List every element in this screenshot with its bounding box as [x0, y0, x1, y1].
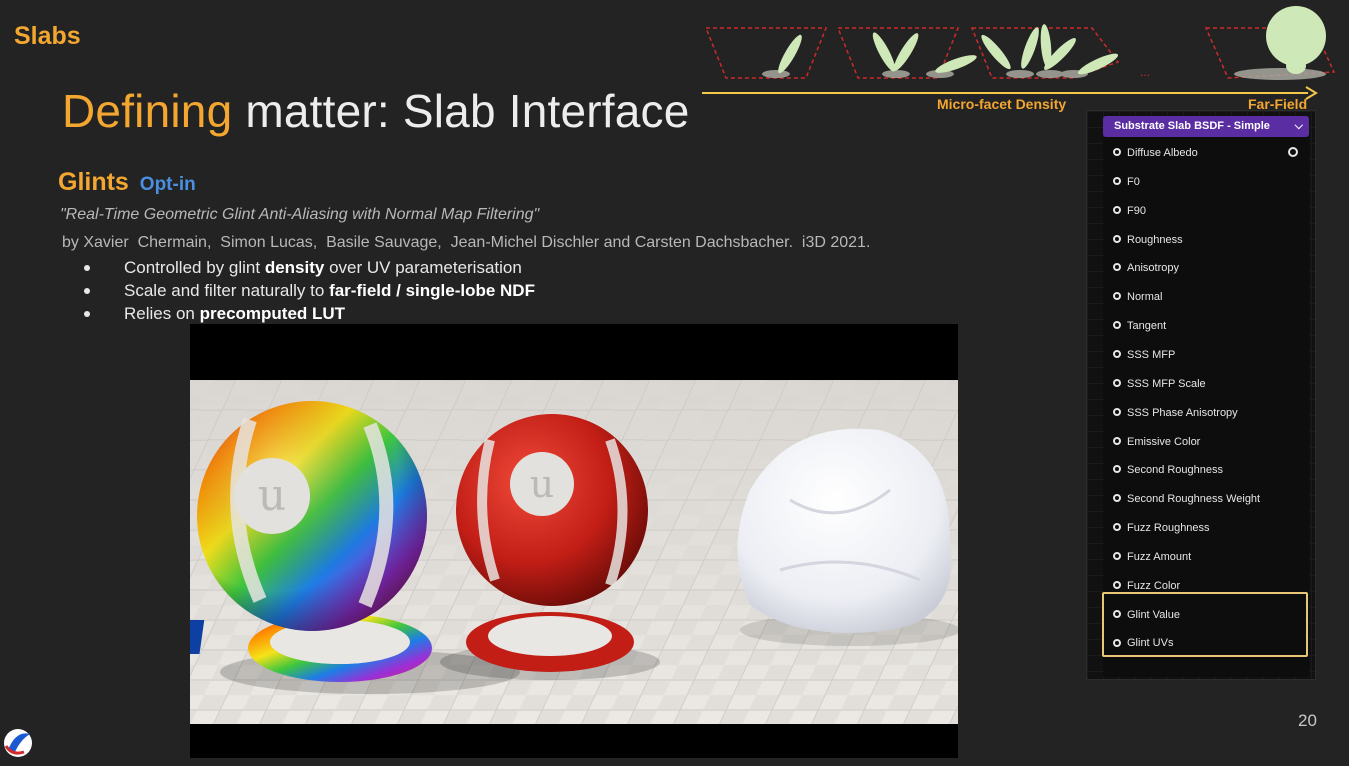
node-input-label: Fuzz Roughness [1127, 522, 1210, 535]
input-pin-icon[interactable] [1113, 321, 1121, 330]
input-pin-icon[interactable] [1113, 205, 1121, 214]
input-pin-icon[interactable] [1113, 551, 1121, 560]
node-input-label: F0 [1127, 175, 1140, 188]
micro-facet-density-label: Micro-facet Density [937, 96, 1067, 112]
bullet-item: Relies on precomputed LUT [80, 302, 535, 325]
input-pin-icon[interactable] [1113, 407, 1121, 416]
render-frame: u u [190, 324, 958, 758]
bullet-bold: precomputed LUT [199, 304, 346, 323]
bullet-text: Controlled by glint [124, 258, 265, 277]
node-input-label: Roughness [1127, 233, 1183, 246]
node-input-pin-row[interactable]: Diffuse Albedo [1113, 143, 1198, 163]
node-input-pin-row[interactable]: F90 [1113, 201, 1146, 221]
node-input-label: Tangent [1127, 320, 1167, 333]
glints-label: Glints [58, 168, 129, 196]
node-title: Substrate Slab BSDF - Simple [1114, 120, 1270, 132]
node-header[interactable]: Substrate Slab BSDF - Simple ⌵ [1103, 116, 1309, 137]
input-pin-icon[interactable] [1113, 465, 1121, 474]
slide: Slabs Defining matter: Slab Interface Gl… [0, 0, 1349, 766]
node-input-pin-row[interactable]: Fuzz Roughness [1113, 518, 1210, 538]
bullet-text: over UV parameterisation [324, 258, 522, 277]
red-sphere: u [456, 414, 648, 672]
node-input-label: F90 [1127, 204, 1146, 217]
input-pin-icon[interactable] [1113, 148, 1121, 157]
bullet-bold: far-field / single-lobe NDF [329, 281, 535, 300]
node-input-label: Emissive Color [1127, 435, 1201, 448]
node-input-pin-row[interactable]: Anisotropy [1113, 258, 1179, 278]
input-pin-icon[interactable] [1113, 580, 1121, 589]
node-input-pin-row[interactable]: Normal [1113, 287, 1162, 307]
glint-inputs-highlight [1102, 592, 1308, 657]
title-rest: matter: Slab Interface [232, 85, 690, 137]
node-input-pin-row[interactable]: SSS MFP Scale [1113, 374, 1206, 394]
node-input-label: Fuzz Color [1127, 579, 1181, 592]
output-pin-icon[interactable] [1288, 147, 1298, 157]
input-pin-icon[interactable] [1113, 494, 1121, 503]
node-input-label: Anisotropy [1127, 262, 1179, 275]
input-pin-icon[interactable] [1113, 350, 1121, 359]
lobe-density-diagram: ... [702, 6, 1336, 100]
node-input-pin-row[interactable]: SSS Phase Anisotropy [1113, 403, 1238, 423]
bullet-bold: density [264, 258, 325, 277]
node-input-label: Second Roughness [1127, 464, 1224, 477]
node-input-label: SSS MFP Scale [1127, 377, 1206, 390]
company-logo [4, 729, 32, 757]
bullet-text: Scale and filter naturally to [124, 281, 330, 300]
node-input-pin-row[interactable]: SSS MFP [1113, 345, 1175, 365]
glints-heading: Glints Opt-in [58, 168, 196, 197]
input-pin-icon[interactable] [1113, 292, 1121, 301]
input-pin-icon[interactable] [1113, 176, 1121, 185]
input-pin-icon[interactable] [1113, 523, 1121, 532]
node-input-pin-row[interactable]: F0 [1113, 172, 1140, 192]
bullet-text: Relies on [124, 304, 200, 323]
node-input-pin-row[interactable]: Roughness [1113, 230, 1183, 250]
glint-render-image: u u [190, 380, 958, 724]
node-input-pin-row[interactable]: Fuzz Amount [1113, 547, 1191, 567]
slide-title: Defining matter: Slab Interface [62, 84, 690, 138]
node-input-label: Diffuse Albedo [1127, 147, 1198, 159]
title-highlight: Defining [62, 85, 233, 137]
node-input-pin-row[interactable]: Second Roughness [1113, 460, 1223, 480]
input-pin-icon[interactable] [1113, 263, 1121, 272]
node-input-pin-row[interactable]: Tangent [1113, 316, 1166, 336]
opt-in-tag: Opt-in [139, 174, 196, 195]
input-pin-icon[interactable] [1113, 436, 1121, 445]
paper-title: "Real-Time Geometric Glint Anti-Aliasing… [60, 206, 540, 223]
node-input-pin-row[interactable]: Second Roughness Weight [1113, 489, 1260, 509]
page-number: 20 [1298, 711, 1317, 730]
node-input-label: SSS Phase Anisotropy [1127, 406, 1238, 419]
input-pin-icon[interactable] [1113, 234, 1121, 243]
bullet-item: Controlled by glint density over UV para… [80, 256, 535, 279]
node-input-label: Fuzz Amount [1127, 550, 1192, 563]
svg-text:u: u [258, 470, 286, 521]
node-input-pin-row[interactable]: Emissive Color [1113, 432, 1200, 452]
diagram-ellipsis: ... [1140, 65, 1150, 79]
svg-text:u: u [530, 462, 554, 506]
section-label: Slabs [14, 22, 81, 50]
input-pin-icon[interactable] [1113, 378, 1121, 387]
node-input-label: Second Roughness Weight [1127, 493, 1261, 506]
chevron-down-icon[interactable]: ⌵ [1295, 116, 1303, 137]
bullet-list: Controlled by glint density over UV para… [80, 256, 535, 325]
bullet-item: Scale and filter naturally to far-field … [80, 279, 535, 302]
node-input-label: SSS MFP [1127, 348, 1176, 361]
node-input-label: Normal [1127, 291, 1163, 304]
paper-authors: by Xavier Chermain, Simon Lucas, Basile … [62, 234, 871, 251]
